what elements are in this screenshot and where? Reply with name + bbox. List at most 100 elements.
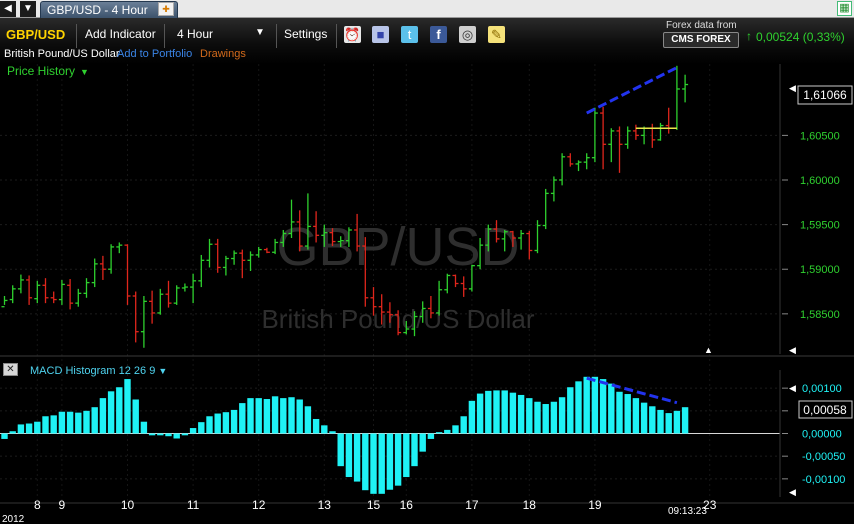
symbol-selector[interactable]: GBP/USD bbox=[6, 27, 65, 42]
current-price-label: 1,61066 bbox=[803, 88, 847, 102]
macd-histogram-bar bbox=[173, 433, 180, 439]
macd-histogram-bar bbox=[337, 433, 344, 467]
macd-histogram-bar bbox=[288, 397, 295, 434]
macd-histogram-bar bbox=[214, 413, 221, 434]
macd-histogram-bar bbox=[206, 416, 213, 434]
macd-histogram-bar bbox=[165, 433, 172, 437]
macd-histogram-bar bbox=[534, 401, 541, 434]
time-tick-label: 16 bbox=[400, 498, 414, 512]
cube-icon[interactable]: ■ bbox=[372, 26, 389, 43]
drawings-link[interactable]: Drawings bbox=[200, 48, 246, 60]
time-tick-label: 11 bbox=[187, 498, 200, 512]
price-annotations bbox=[586, 66, 678, 129]
layout-grid-icon[interactable]: ▦ bbox=[837, 1, 852, 16]
time-tick-label: 18 bbox=[523, 498, 537, 512]
chevron-down-icon[interactable]: ▼ bbox=[158, 366, 167, 376]
macd-histogram-bar bbox=[17, 424, 25, 434]
macd-histogram-bar bbox=[501, 390, 508, 434]
macd-histogram-bar bbox=[558, 397, 566, 434]
macd-histogram-bar bbox=[116, 387, 123, 434]
macd-histogram-bar bbox=[34, 421, 41, 434]
macd-histogram-bar bbox=[42, 416, 49, 434]
time-tick-label: 9 bbox=[59, 498, 66, 512]
macd-histogram-bar bbox=[247, 398, 254, 434]
new-tab-icon[interactable]: ✚ bbox=[158, 2, 174, 16]
macd-histogram-bar bbox=[567, 387, 574, 434]
macd-tick-label: -0,00050 bbox=[802, 451, 845, 463]
macd-label-text: MACD Histogram 12 26 9 bbox=[30, 365, 156, 377]
axis-scroll-left-icon[interactable]: ◀ bbox=[789, 487, 796, 497]
note-icon[interactable]: ✎ bbox=[488, 26, 505, 43]
macd-histogram-bar bbox=[583, 376, 590, 434]
macd-histogram-bar bbox=[148, 433, 156, 436]
macd-histogram-bar bbox=[386, 433, 394, 490]
chart-toolbar: GBP/USD Add Indicator 4 Hour ▼ Settings … bbox=[0, 18, 854, 64]
interval-select[interactable]: 4 Hour bbox=[177, 27, 213, 41]
time-axis: 8 9 10 11 12 13 15 16 17 18 19 23201209:13:23 bbox=[2, 498, 717, 524]
macd-histogram-bar bbox=[542, 404, 549, 434]
price-tick-label: 1,58500 bbox=[800, 309, 840, 321]
macd-histogram-bar bbox=[83, 410, 90, 434]
price-tick-label: 1,60500 bbox=[800, 130, 840, 142]
macd-histogram-bar bbox=[75, 412, 82, 434]
time-tick-label: 10 bbox=[121, 498, 135, 512]
macd-histogram-bar bbox=[657, 409, 664, 434]
macd-histogram-bar bbox=[296, 399, 303, 434]
macd-histogram-bar bbox=[476, 393, 484, 434]
macd-histogram-bar bbox=[239, 403, 246, 434]
macd-histogram-bar bbox=[329, 431, 336, 434]
macd-histogram-bar bbox=[493, 390, 500, 434]
macd-histogram-bar bbox=[132, 399, 139, 434]
macd-histogram-bar bbox=[517, 394, 525, 434]
add-indicator-button[interactable]: Add Indicator bbox=[85, 27, 156, 41]
macd-tick-label: 0,00100 bbox=[802, 383, 842, 395]
macd-histogram-bar bbox=[345, 433, 353, 478]
macd-histogram-bar bbox=[189, 428, 197, 434]
macd-histogram-bar bbox=[255, 398, 262, 434]
macd-histogram-bar bbox=[124, 379, 131, 434]
axis-scroll-left-icon[interactable]: ◀ bbox=[789, 345, 796, 355]
chart-canvas[interactable]: GBP/USD British Pound/US Dollar Price Hi… bbox=[0, 64, 854, 524]
twitter-icon[interactable]: t bbox=[401, 26, 418, 43]
macd-histogram-bar bbox=[362, 433, 369, 491]
settings-button[interactable]: Settings bbox=[284, 27, 327, 41]
snapshot-icon[interactable]: ◎ bbox=[459, 26, 476, 43]
price-history-label[interactable]: Price History bbox=[7, 64, 75, 78]
macd-histogram-bar bbox=[181, 433, 189, 436]
macd-histogram-bar bbox=[460, 416, 467, 434]
axis-scroll-left-icon[interactable]: ◀ bbox=[789, 383, 796, 393]
macd-indicator-label[interactable]: MACD Histogram 12 26 9 ▼ bbox=[30, 365, 167, 377]
macd-histogram-bar bbox=[575, 381, 582, 434]
facebook-icon[interactable]: f bbox=[430, 26, 447, 43]
macd-histogram-bar bbox=[378, 433, 385, 494]
macd-histogram-bar bbox=[157, 433, 164, 436]
macd-histogram-bar bbox=[403, 433, 410, 478]
collapse-up-icon[interactable]: ▲ bbox=[704, 345, 713, 355]
close-indicator-icon[interactable]: ✕ bbox=[3, 363, 18, 376]
macd-histogram-bar bbox=[271, 396, 279, 434]
macd-histogram-bar bbox=[665, 413, 672, 434]
chevron-down-icon[interactable]: ▼ bbox=[80, 67, 89, 77]
time-tick-label: 17 bbox=[465, 498, 479, 512]
cms-forex-logo[interactable]: CMS FOREX bbox=[663, 32, 739, 48]
macd-histogram-bar bbox=[263, 399, 271, 434]
macd-histogram-bar bbox=[673, 410, 681, 434]
axis-scroll-left-icon[interactable]: ◀ bbox=[789, 83, 796, 93]
macd-histogram-bar bbox=[427, 433, 435, 439]
tab-list-dropdown-icon[interactable]: ▼ bbox=[20, 1, 36, 17]
macd-histogram-bar bbox=[58, 411, 66, 434]
macd-histogram-bar bbox=[280, 398, 287, 434]
time-label: 09:13:23 bbox=[668, 506, 707, 517]
macd-histogram-bar bbox=[640, 402, 648, 434]
chevron-down-icon[interactable]: ▼ bbox=[255, 27, 265, 38]
macd-histogram-bar bbox=[66, 411, 74, 434]
alarm-clock-icon[interactable]: ⏰ bbox=[344, 26, 361, 43]
data-source-caption: Forex data from bbox=[666, 20, 737, 31]
price-tick-label: 1,59000 bbox=[800, 264, 840, 276]
scroll-left-icon[interactable]: ◀ bbox=[0, 1, 16, 17]
add-to-portfolio-link[interactable]: Add to Portfolio bbox=[117, 48, 192, 60]
macd-histogram-bar bbox=[99, 398, 107, 434]
toolbar-divider bbox=[164, 24, 165, 48]
macd-histogram-bar bbox=[599, 379, 607, 434]
macd-histogram-bar bbox=[452, 425, 459, 434]
